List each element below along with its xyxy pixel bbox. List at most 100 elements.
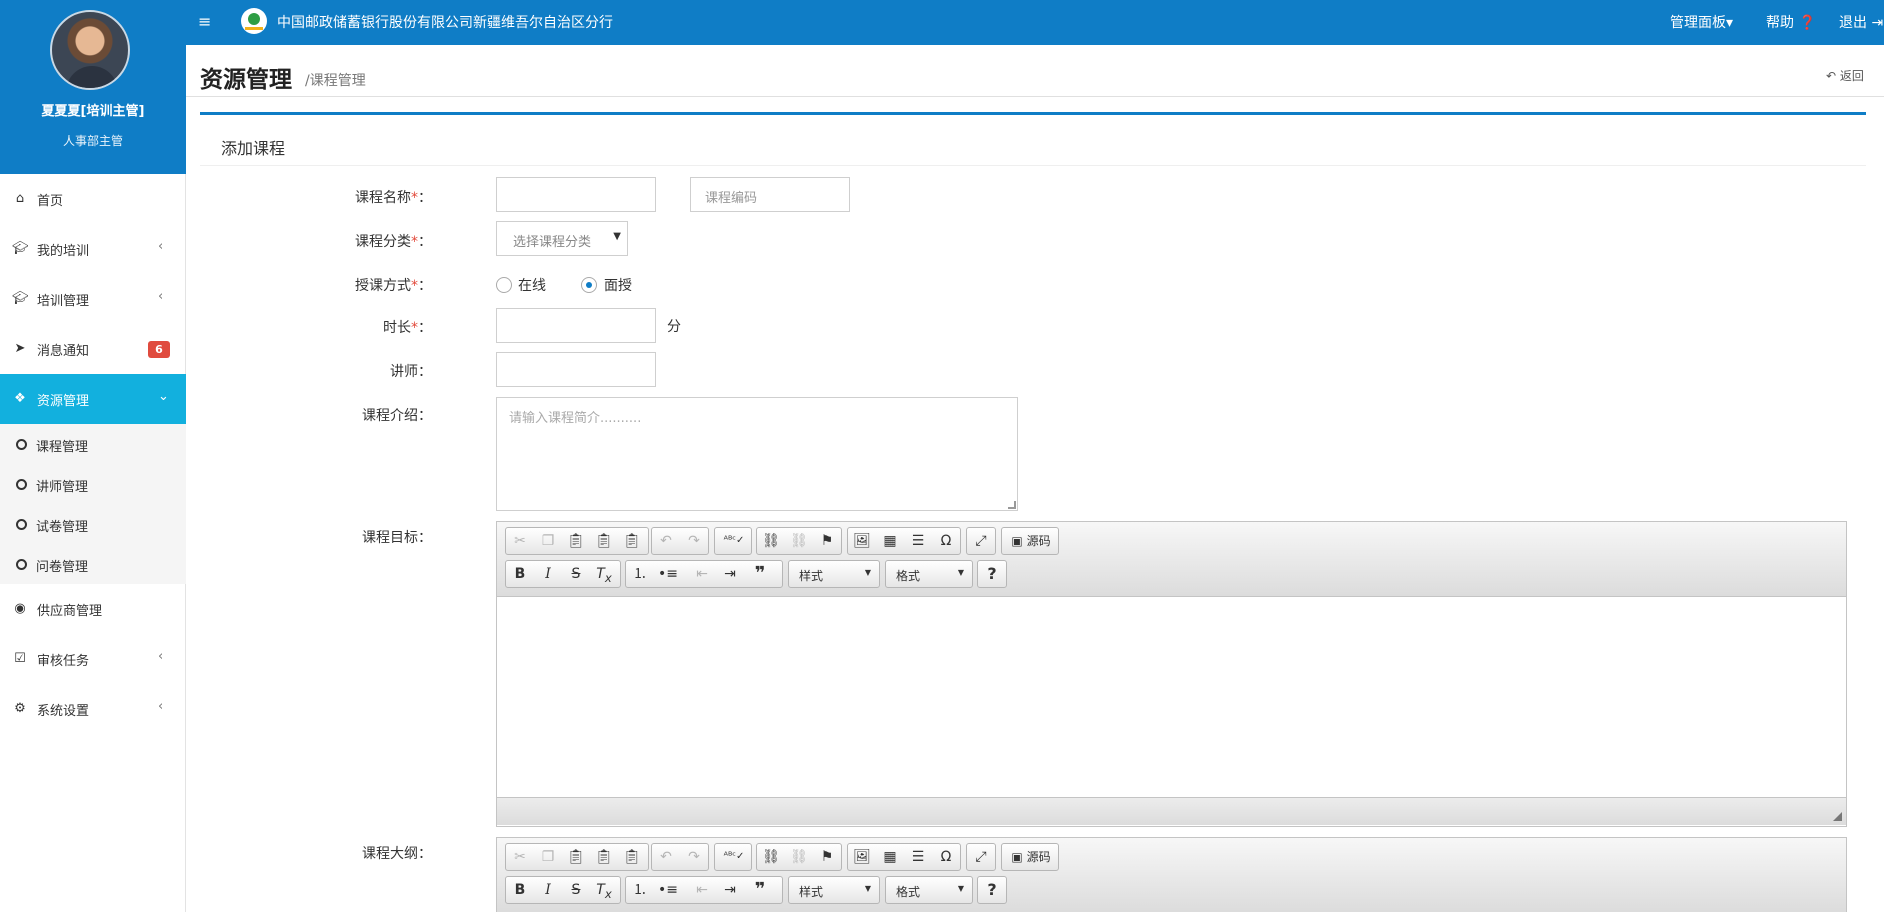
style-dropdown[interactable]: 样式 ▼ — [788, 560, 880, 588]
label-colon: ： — [418, 320, 432, 336]
help-question-icon[interactable]: ? — [978, 877, 1006, 903]
undo-icon[interactable]: ↶ — [652, 528, 680, 554]
italic-icon[interactable]: I — [534, 877, 562, 903]
dashboard-menu-link[interactable]: 管理面板▾ — [1670, 12, 1733, 32]
user-role: 人事部主管 — [62, 134, 123, 148]
maximize-icon[interactable]: ⤢ — [967, 528, 995, 554]
undo-icon[interactable]: ↶ — [652, 844, 680, 870]
sidebar-item-resource-management[interactable]: ❖ 资源管理 ⌄ — [0, 374, 186, 424]
mode-online-radio[interactable] — [496, 277, 512, 293]
paragraph-group: ⒈ •≡ ⇤ ⇥ ❞ — [625, 560, 783, 588]
style-dropdown[interactable]: 样式 ▼ — [788, 876, 880, 904]
link-icon[interactable]: ⛓ — [757, 844, 785, 870]
sidebar-item-label: 资源管理 — [37, 394, 90, 409]
submenu-item-course-management[interactable]: 课程管理 — [0, 424, 186, 464]
sidebar-item-review-tasks[interactable]: ☑ 审核任务 ‹ — [0, 634, 186, 684]
bold-icon[interactable]: B — [506, 561, 534, 587]
intro-textarea[interactable]: 请输入课程简介.......... — [496, 397, 1018, 511]
course-name-input[interactable] — [496, 177, 656, 212]
gear-icon: ⚙ — [14, 701, 26, 716]
sidebar-item-notifications[interactable]: ➤ 消息通知 6 — [0, 324, 186, 374]
anchor-flag-icon[interactable]: ⚑ — [813, 528, 841, 554]
special-char-icon[interactable]: Ω — [932, 844, 960, 870]
submenu-item-exam-management[interactable]: 试卷管理 — [0, 504, 186, 544]
indent-icon[interactable]: ⇥ — [716, 877, 744, 903]
sidebar-item-system-settings[interactable]: ⚙ 系统设置 ‹ — [0, 684, 186, 734]
horizontal-line-icon[interactable]: ☰ — [904, 844, 932, 870]
back-link[interactable]: ↶ 返回 — [1826, 67, 1864, 84]
source-button[interactable]: ▣ 源码 — [1004, 844, 1058, 870]
app-root: ≡ 中国邮政储蓄银行股份有限公司新疆维吾尔自治区分行 管理面板▾ 帮助 ❓ 退出… — [0, 0, 1884, 912]
strikethrough-icon[interactable]: S — [562, 561, 590, 587]
paste-icon[interactable]: 📋︎ — [562, 844, 590, 870]
table-icon[interactable]: ▦ — [876, 844, 904, 870]
special-char-icon[interactable]: Ω — [932, 528, 960, 554]
label-colon: ： — [418, 846, 432, 862]
sidebar-item-home[interactable]: ⌂ 首页 — [0, 174, 186, 224]
format-dropdown[interactable]: 格式 ▼ — [885, 560, 973, 588]
redo-icon[interactable]: ↷ — [680, 528, 708, 554]
numbered-list-icon[interactable]: ⒈ — [626, 877, 654, 903]
outdent-icon[interactable]: ⇤ — [688, 877, 716, 903]
cut-icon[interactable]: ✂ — [506, 528, 534, 554]
bold-icon[interactable]: B — [506, 877, 534, 903]
copy-icon[interactable]: ❐ — [534, 528, 562, 554]
submenu-item-survey-management[interactable]: 问卷管理 — [0, 544, 186, 584]
intro-label: 课程介绍： — [200, 405, 432, 425]
indent-icon[interactable]: ⇥ — [716, 561, 744, 587]
link-icon[interactable]: ⛓ — [757, 528, 785, 554]
teacher-input[interactable] — [496, 352, 656, 387]
logout-link[interactable]: 退出 ⇥ — [1839, 12, 1883, 32]
paste-text-icon[interactable]: 📋︎ — [590, 528, 618, 554]
sidebar-item-supplier-management[interactable]: ◉ 供应商管理 — [0, 584, 186, 634]
required-mark: * — [411, 234, 418, 250]
sidebar-item-training-management[interactable]: 🎓︎ 培训管理 ‹ — [0, 274, 186, 324]
paste-word-icon[interactable]: 📋︎ — [618, 528, 646, 554]
bulleted-list-icon[interactable]: •≡ — [654, 877, 682, 903]
spellcheck-icon[interactable]: ᴬᴮᶜ✓ — [717, 528, 751, 554]
maximize-icon[interactable]: ⤢ — [967, 844, 995, 870]
bulleted-list-icon[interactable]: •≡ — [654, 561, 682, 587]
outdent-icon[interactable]: ⇤ — [688, 561, 716, 587]
mode-offline-radio[interactable] — [581, 277, 597, 293]
remove-format-icon[interactable]: Tx — [590, 561, 618, 587]
goal-editor-content[interactable] — [497, 597, 1846, 796]
spellcheck-icon[interactable]: ᴬᴮᶜ✓ — [717, 844, 751, 870]
copy-icon[interactable]: ❐ — [534, 844, 562, 870]
table-icon[interactable]: ▦ — [876, 528, 904, 554]
help-link[interactable]: 帮助 ❓ — [1766, 12, 1816, 32]
format-dropdown-value: 格式 — [896, 885, 921, 899]
sidebar-item-my-training[interactable]: 🎓︎ 我的培训 ‹ — [0, 224, 186, 274]
avatar[interactable] — [50, 10, 130, 90]
image-icon[interactable]: 🖼︎ — [848, 528, 876, 554]
category-select[interactable]: 选择课程分类 ▼ — [496, 221, 628, 256]
unlink-icon[interactable]: ⛓ — [785, 528, 813, 554]
submenu-item-teacher-management[interactable]: 讲师管理 — [0, 464, 186, 504]
horizontal-line-icon[interactable]: ☰ — [904, 528, 932, 554]
unlink-icon[interactable]: ⛓ — [785, 844, 813, 870]
format-dropdown[interactable]: 格式 ▼ — [885, 876, 973, 904]
paste-word-icon[interactable]: 📋︎ — [618, 844, 646, 870]
strikethrough-icon[interactable]: S — [562, 877, 590, 903]
numbered-list-icon[interactable]: ⒈ — [626, 561, 654, 587]
paste-text-icon[interactable]: 📋︎ — [590, 844, 618, 870]
cut-icon[interactable]: ✂ — [506, 844, 534, 870]
image-icon[interactable]: 🖼︎ — [848, 844, 876, 870]
resize-handle-icon[interactable] — [1833, 812, 1842, 821]
blockquote-icon[interactable]: ❞ — [746, 561, 774, 587]
source-group: ▣ 源码 — [1001, 527, 1059, 555]
duration-input[interactable] — [496, 308, 656, 343]
paste-icon[interactable]: 📋︎ — [562, 528, 590, 554]
graduation-cap-icon: 🎓︎ — [12, 291, 29, 306]
anchor-flag-icon[interactable]: ⚑ — [813, 844, 841, 870]
circle-icon — [16, 559, 27, 570]
blockquote-icon[interactable]: ❞ — [746, 877, 774, 903]
help-question-icon[interactable]: ? — [978, 561, 1006, 587]
redo-icon[interactable]: ↷ — [680, 844, 708, 870]
course-code-input[interactable]: 课程编码 — [690, 177, 850, 212]
menu-toggle-icon[interactable]: ≡ — [198, 12, 216, 32]
source-button[interactable]: ▣ 源码 — [1004, 528, 1058, 554]
resize-grip-icon[interactable] — [1008, 501, 1016, 509]
italic-icon[interactable]: I — [534, 561, 562, 587]
remove-format-icon[interactable]: Tx — [590, 877, 618, 903]
